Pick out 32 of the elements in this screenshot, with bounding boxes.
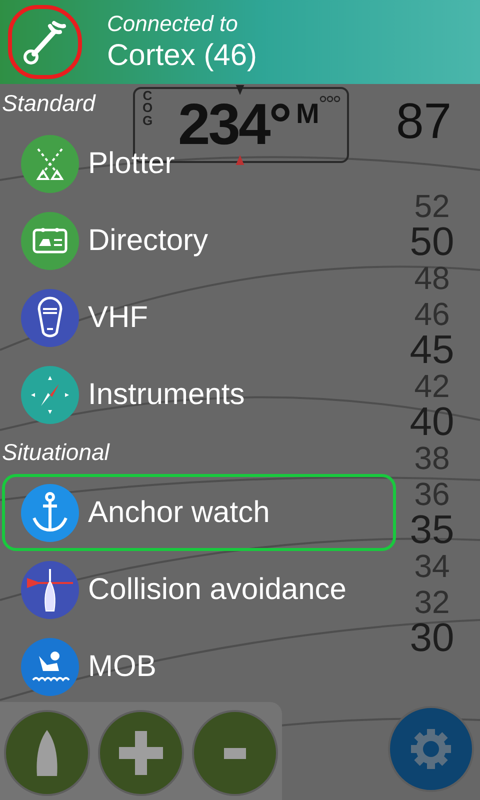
tools-button[interactable] xyxy=(8,5,82,79)
instrument-label: COG xyxy=(141,90,154,128)
heading-value: 234° xyxy=(178,100,290,150)
menu-item[interactable]: VHF xyxy=(2,279,396,356)
pointer-icon xyxy=(235,155,245,165)
scale-label: 34 xyxy=(414,548,450,584)
section-heading: Situational xyxy=(1,438,110,467)
settings-icon xyxy=(409,727,453,771)
scale-label: 45 xyxy=(410,332,454,368)
more-icon xyxy=(319,95,341,103)
scale-label: 38 xyxy=(414,440,450,476)
menu-item[interactable]: MOB xyxy=(2,628,396,705)
section-heading: Standard xyxy=(1,89,96,118)
scale-label: 46 xyxy=(414,296,450,332)
scale-label: 30 xyxy=(410,620,454,656)
scale-label: 35 xyxy=(410,512,454,548)
scale-label: 50 xyxy=(410,224,454,260)
menu-item[interactable]: Anchor watch xyxy=(2,474,396,551)
menu-item[interactable]: Directory xyxy=(2,202,396,279)
menu-item[interactable]: Collision avoidance xyxy=(2,551,396,628)
plus-icon xyxy=(119,731,163,775)
scale-label: 42 xyxy=(414,368,450,404)
connection-label: Connected to xyxy=(107,11,239,37)
heading-unit: M xyxy=(296,103,320,126)
scale-label: 48 xyxy=(414,260,450,296)
scale-label: 40 xyxy=(410,404,454,440)
scale-label: 52 xyxy=(414,188,450,224)
menu-item[interactable]: Instruments xyxy=(2,356,396,433)
scale-label: 32 xyxy=(414,584,450,620)
device-name: Cortex (46) xyxy=(107,39,258,73)
minus-icon xyxy=(224,748,246,758)
depth-value: 87 xyxy=(396,92,452,150)
